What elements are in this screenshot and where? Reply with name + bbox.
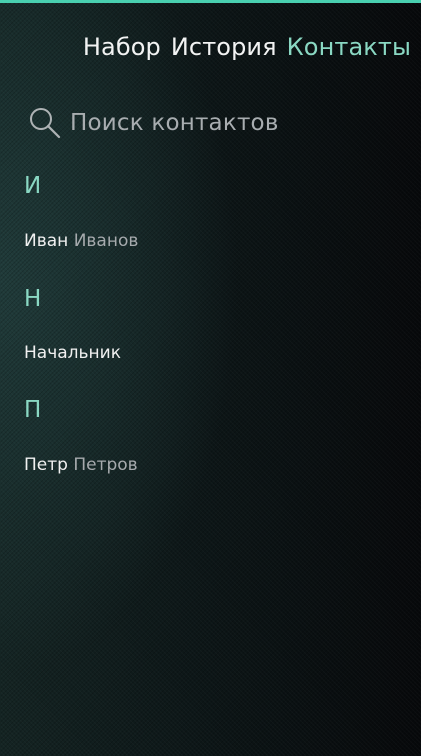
contact-item[interactable]: Петр Петров: [24, 455, 138, 475]
tab-bar: Набор История Контакты: [83, 31, 411, 63]
section-header-p: П: [24, 397, 42, 423]
contact-item[interactable]: Иван Иванов: [24, 231, 138, 251]
search-placeholder: Поиск контактов: [70, 110, 279, 136]
search-icon: [28, 106, 62, 140]
contacts-screen: Набор История Контакты Поиск контактов И…: [0, 0, 421, 756]
contact-item[interactable]: Начальник: [24, 343, 121, 363]
contact-last-name: Иванов: [73, 231, 139, 251]
contact-first-name: Иван: [24, 231, 69, 251]
top-accent-bar: [0, 0, 421, 3]
contact-last-name: Петров: [73, 455, 138, 475]
contact-search[interactable]: Поиск контактов: [28, 106, 279, 140]
tab-contacts[interactable]: Контакты: [287, 31, 411, 63]
tab-history[interactable]: История: [171, 31, 277, 63]
section-header-i: И: [24, 173, 42, 199]
contact-first-name: Начальник: [24, 343, 121, 363]
tab-dial[interactable]: Набор: [83, 31, 161, 63]
section-header-n: Н: [24, 286, 42, 312]
contact-first-name: Петр: [24, 455, 68, 475]
